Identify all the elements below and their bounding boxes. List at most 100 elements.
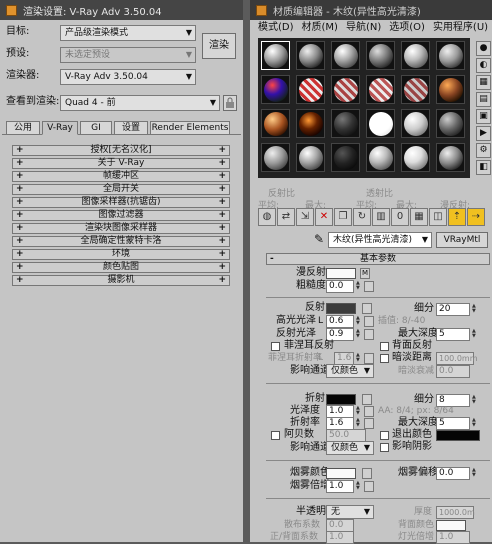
translucency-select[interactable]: 无 ▼ [326,505,374,519]
spinner-icon[interactable]: ▲ ▼ [356,418,362,429]
rollout-frame-buffer[interactable]: + 帧缓冲区 + [12,171,230,182]
sample-type-button[interactable]: ● [476,41,491,56]
sample-slot[interactable] [296,41,325,70]
spinner-icon[interactable]: ▲ ▼ [472,468,478,479]
dim-falloff-input[interactable]: 0.0 [436,365,470,378]
menu-mode[interactable]: 模式(D) [258,20,294,35]
fog-mult-map-button[interactable] [364,481,374,492]
put-to-scene-button[interactable]: ⇄ [277,208,295,226]
abbe-checkbox[interactable] [271,431,280,440]
view-select[interactable]: Quad 4 - 前 ▼ [60,95,220,111]
lock-l-icon-2[interactable]: L [318,351,323,365]
sample-slot[interactable] [436,109,465,138]
sample-slot[interactable] [366,75,395,104]
sample-slot[interactable] [331,41,360,70]
exit-color-checkbox[interactable] [380,431,389,440]
fog-color-swatch[interactable] [326,468,356,479]
sample-slot[interactable] [296,75,325,104]
tab-render-elements[interactable]: Render Elements [150,121,230,135]
pick-material-icon[interactable]: ✎ [314,232,324,246]
spinner-icon[interactable]: ▲ ▼ [356,316,362,327]
roughness-input[interactable]: 0.0 [326,280,354,293]
rollout-dmc[interactable]: + 全局确定性蒙特卡洛 + [12,236,230,247]
spinner-icon[interactable]: ▲ ▼ [356,281,362,292]
sample-slot[interactable] [296,143,325,172]
refr-affect-select[interactable]: 仅颜色 ▼ [326,441,374,455]
sample-slot[interactable] [331,75,360,104]
select-by-material-button[interactable]: ◧ [476,160,491,175]
spinner-icon[interactable]: ▲ ▼ [472,329,478,340]
reset-button[interactable]: ✕ [315,208,333,226]
video-color-button[interactable]: ▣ [476,109,491,124]
sample-slot[interactable] [401,143,430,172]
renderer-select[interactable]: V-Ray Adv 3.50.04 ▼ [60,69,196,85]
basic-params-header[interactable]: - 基本参数 [266,253,490,265]
diffuse-color-swatch[interactable] [326,268,356,279]
sample-slot[interactable] [366,109,395,138]
sample-slot[interactable] [331,143,360,172]
fresnel-ior-map-button[interactable] [364,353,374,364]
sample-slot[interactable] [261,75,290,104]
affect-channels-select[interactable]: 仅颜色 ▼ [326,364,374,378]
spinner-icon[interactable]: ▲ ▼ [356,406,362,417]
backlight-button[interactable]: ◐ [476,58,491,73]
material-id-button[interactable]: 0 [391,208,409,226]
sample-slot[interactable] [436,75,465,104]
spinner-icon[interactable]: ▲ ▼ [356,353,362,364]
go-to-parent-button[interactable]: ⇡ [448,208,466,226]
rollout-camera[interactable]: + 摄影机 + [12,275,230,286]
copy-material-button[interactable]: ❐ [334,208,352,226]
fog-bias-input[interactable]: 0.0 [436,467,470,480]
rollout-environment[interactable]: + 环境 + [12,249,230,260]
sample-slot[interactable] [261,143,290,172]
dim-distance-checkbox[interactable] [380,354,389,363]
tab-settings[interactable]: 设置 [114,121,148,135]
lock-l-icon[interactable]: L [318,314,323,328]
hilight-gloss-map-button[interactable] [364,316,374,327]
get-material-button[interactable]: ◍ [258,208,276,226]
sample-slot[interactable] [261,41,290,70]
sample-slot[interactable] [401,41,430,70]
sample-slot[interactable] [401,109,430,138]
sample-slot[interactable] [261,109,290,138]
thickness-input[interactable]: 1000.0m [436,506,475,519]
show-end-result-button[interactable]: ◫ [429,208,447,226]
material-editor-titlebar[interactable]: 材质编辑器 - 木纹(异性高光清漆) [250,0,492,20]
options-button[interactable]: ⚙ [476,143,491,158]
sample-slot[interactable] [401,75,430,104]
spinner-icon[interactable]: ▲ ▼ [356,481,362,492]
rollout-global-switches[interactable]: + 全局开关 + [12,184,230,195]
go-forward-button[interactable]: ⇢ [467,208,485,226]
reflection-map-button[interactable] [362,303,372,314]
sample-slot[interactable] [331,109,360,138]
refraction-color-swatch[interactable] [326,394,356,405]
sample-slot[interactable] [296,109,325,138]
refl-subdivs-input[interactable]: 20 [436,303,470,316]
spinner-icon[interactable]: ▲ ▼ [356,329,362,340]
material-type-button[interactable]: VRayMtl [436,232,488,248]
render-button[interactable]: 渲染 [202,33,236,59]
diffuse-map-button[interactable]: M [360,268,370,279]
sample-slot[interactable] [436,143,465,172]
target-select[interactable]: 产品级渲染模式 ▼ [60,25,196,41]
sample-slot[interactable] [366,143,395,172]
make-preview-button[interactable]: ▶ [476,126,491,141]
make-unique-button[interactable]: ↻ [353,208,371,226]
rollout-bucket-sampler[interactable]: + 渲染块图像采样器 + [12,223,230,234]
fog-color-map-button[interactable] [362,468,372,479]
back-reflect-checkbox[interactable] [380,342,389,351]
background-button[interactable]: ▦ [476,75,491,90]
show-map-button[interactable]: ▦ [410,208,428,226]
put-to-library-button[interactable]: ▥ [372,208,390,226]
lock-button[interactable] [223,95,237,111]
spinner-icon[interactable]: ▲ ▼ [472,418,478,429]
back-color-swatch[interactable] [436,520,466,531]
spinner-icon[interactable]: ▲ ▼ [472,304,478,315]
light-mult-input[interactable]: 1.0 [436,531,470,544]
material-name-field[interactable]: 木纹(异性高光清漆) ▼ [328,232,432,248]
tab-common[interactable]: 公用 [6,121,40,135]
tab-vray[interactable]: V-Ray [42,121,78,135]
reflection-color-swatch[interactable] [326,303,356,314]
spinner-icon[interactable]: ▲ ▼ [472,395,478,406]
rollout-image-filter[interactable]: + 图像过滤器 + [12,210,230,221]
